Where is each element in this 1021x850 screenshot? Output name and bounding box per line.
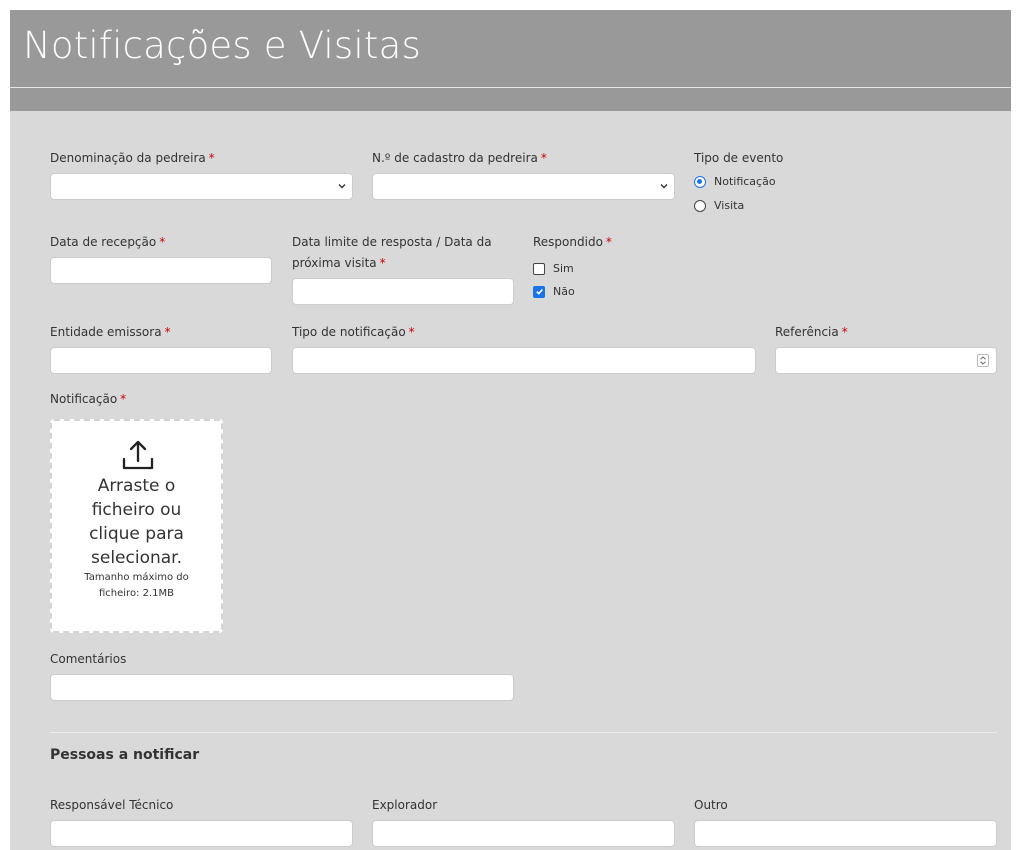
page-title: Notificações e Visitas	[23, 24, 421, 67]
chevron-down-icon	[660, 184, 668, 189]
upload-icon	[122, 440, 154, 470]
tipo-notificacao-input[interactable]	[292, 347, 756, 374]
form-panel: Notificações e Visitas Denominação da pe…	[10, 10, 1011, 850]
page-header: Notificações e Visitas	[10, 10, 1011, 111]
respondido-label: Respondido *	[533, 235, 612, 249]
radio-notificacao-label: Notificação	[714, 175, 776, 188]
outro-input[interactable]	[694, 820, 997, 847]
checkbox-checked[interactable]	[533, 285, 545, 298]
chevron-down-icon	[338, 184, 346, 189]
dropzone-text: Arraste o ficheiro ou clique para seleci…	[89, 476, 184, 568]
file-dropzone[interactable]: Arraste o ficheiro ou clique para seleci…	[50, 419, 223, 633]
header-divider	[10, 87, 1011, 88]
radio-visita[interactable]: Visita	[694, 199, 744, 212]
outro-label: Outro	[694, 798, 728, 812]
tipo-notificacao-label: Tipo de notificação *	[292, 325, 415, 339]
checkbox-sim[interactable]: Sim	[533, 262, 574, 275]
comentarios-label: Comentários	[50, 652, 127, 666]
explorador-input[interactable]	[372, 820, 675, 847]
pessoas-section-title: Pessoas a notificar	[50, 747, 200, 763]
checkbox-nao[interactable]: Não	[533, 285, 575, 298]
spinner-icon[interactable]	[977, 354, 989, 367]
checkmark-icon	[535, 288, 543, 295]
explorador-label: Explorador	[372, 798, 438, 812]
entidade-emissora-label: Entidade emissora *	[50, 325, 171, 339]
entidade-emissora-input[interactable]	[50, 347, 272, 374]
data-limite-label: Data limite de resposta / Data da próxim…	[292, 235, 492, 270]
data-recepcao-label: Data de recepção *	[50, 235, 166, 249]
responsavel-input[interactable]	[50, 820, 353, 847]
radio-notificacao[interactable]: Notificação	[694, 175, 776, 188]
dropzone-hint: Tamanho máximo do ficheiro: 2.1MB	[84, 572, 189, 599]
notificacao-label: Notificação *	[50, 392, 127, 406]
responsavel-label: Responsável Técnico	[50, 798, 174, 812]
denominacao-label: Denominação da pedreira *	[50, 151, 215, 165]
referencia-label: Referência *	[775, 325, 848, 339]
tipo-evento-label: Tipo de evento	[694, 151, 784, 165]
comentarios-input[interactable]	[50, 674, 514, 701]
radio-button-selected[interactable]	[694, 175, 706, 188]
radio-visita-label: Visita	[714, 199, 745, 212]
denominacao-select[interactable]	[50, 173, 353, 200]
data-recepcao-input[interactable]	[50, 257, 272, 284]
radio-button[interactable]	[694, 199, 706, 212]
section-divider	[50, 732, 997, 733]
checkbox-nao-label: Não	[553, 285, 575, 298]
data-limite-input[interactable]	[292, 278, 514, 305]
cadastro-label: N.º de cadastro da pedreira *	[372, 151, 547, 165]
checkbox-sim-label: Sim	[553, 262, 574, 275]
checkbox[interactable]	[533, 262, 545, 275]
cadastro-select[interactable]	[372, 173, 675, 200]
referencia-input[interactable]	[775, 347, 997, 374]
